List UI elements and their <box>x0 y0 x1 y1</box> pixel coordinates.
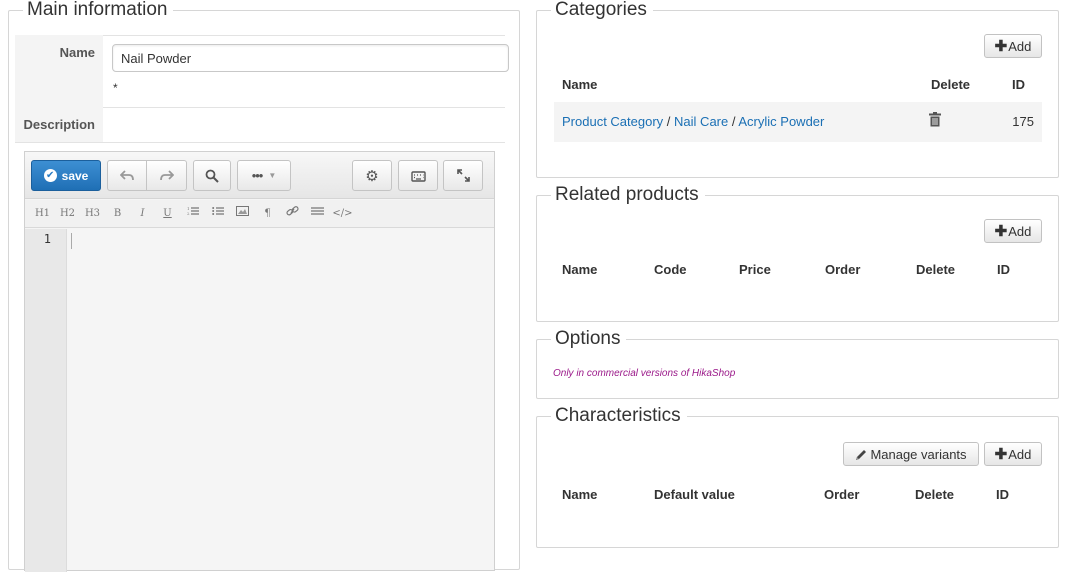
h2-button[interactable]: H2 <box>55 200 80 228</box>
column-header-name: Name <box>562 262 598 277</box>
undo-button[interactable] <box>107 160 147 191</box>
keyboard-icon <box>410 170 426 182</box>
required-mark: * <box>113 81 118 95</box>
ordered-list-icon[interactable]: 12 <box>180 200 205 228</box>
column-header-delete: Delete <box>931 77 971 92</box>
related-products-legend: Related products <box>551 184 705 206</box>
image-icon[interactable] <box>230 200 255 228</box>
add-related-label: Add <box>1008 223 1032 239</box>
path-separator: / <box>666 114 671 129</box>
column-header-order: Order <box>825 262 861 277</box>
description-editor: ✔ save ••• ▼ ⚙ H1 H2 H3 B I U 1 2 ¶ </> … <box>24 151 495 572</box>
commercial-only-note: Only in commercial versions of HikaShop <box>553 368 736 379</box>
description-label: Description <box>15 107 103 143</box>
categories-fieldset: Categories ✚ Add Name Delete ID Product … <box>536 0 1059 178</box>
manage-variants-label: Manage variants <box>870 446 967 462</box>
category-link-product-category[interactable]: Product Category <box>562 114 663 129</box>
main-information-fieldset: Main information Name * Description ✔ sa… <box>8 0 520 572</box>
svg-text:2: 2 <box>187 211 190 216</box>
column-header-delete: Delete <box>915 487 955 502</box>
category-link-acrylic-powder[interactable]: Acrylic Powder <box>738 114 824 129</box>
name-input[interactable] <box>112 44 509 72</box>
italic-button[interactable]: I <box>130 200 155 228</box>
h1-button[interactable]: H1 <box>30 200 55 228</box>
trash-icon <box>929 112 941 127</box>
column-header-delete: Delete <box>916 262 956 277</box>
delete-category-button[interactable] <box>929 112 941 130</box>
column-header-name: Name <box>562 487 598 502</box>
table-row: Product Category / Nail Care / Acrylic P… <box>554 102 1042 142</box>
bold-button[interactable]: B <box>105 200 130 228</box>
expand-icon <box>456 169 470 182</box>
undo-icon <box>120 169 134 180</box>
save-button-label: save <box>61 168 89 183</box>
editor-toolbar: ✔ save ••• ▼ ⚙ <box>25 152 494 199</box>
link-icon[interactable] <box>280 200 305 228</box>
unordered-list-icon[interactable] <box>205 200 230 228</box>
category-link-nail-care[interactable]: Nail Care <box>674 114 728 129</box>
column-header-price: Price <box>739 262 771 277</box>
options-legend: Options <box>551 328 627 350</box>
category-id: 175 <box>1012 114 1034 129</box>
column-header-name: Name <box>562 77 598 92</box>
column-header-code: Code <box>654 262 687 277</box>
redo-button[interactable] <box>147 160 187 191</box>
characteristics-fieldset: Characteristics Manage variants ✚ Add Na… <box>536 405 1059 548</box>
underline-button[interactable]: U <box>155 200 180 228</box>
h3-button[interactable]: H3 <box>80 200 105 228</box>
keyboard-shortcuts-button[interactable] <box>398 160 438 191</box>
add-category-button[interactable]: ✚ Add <box>984 34 1042 58</box>
add-category-label: Add <box>1008 38 1032 54</box>
category-path: Product Category / Nail Care / Acrylic P… <box>562 114 824 129</box>
paragraph-icon[interactable]: ¶ <box>255 200 280 228</box>
name-label: Name <box>15 35 103 107</box>
path-separator: / <box>731 114 736 129</box>
search-button[interactable] <box>193 160 231 191</box>
column-header-id: ID <box>997 262 1010 277</box>
save-button[interactable]: ✔ save <box>31 160 101 191</box>
line-number-gutter: 1 <box>25 229 67 572</box>
redo-icon <box>159 169 174 180</box>
add-characteristic-button[interactable]: ✚ Add <box>984 442 1042 466</box>
related-products-fieldset: Related products ✚ Add Name Code Price O… <box>536 184 1059 322</box>
gear-icon: ⚙ <box>365 167 379 185</box>
fullscreen-button[interactable] <box>443 160 483 191</box>
more-menu-button[interactable]: ••• ▼ <box>237 160 291 191</box>
divider <box>15 142 505 143</box>
ellipsis-icon: ••• <box>251 168 264 183</box>
check-icon: ✔ <box>43 169 57 182</box>
options-fieldset: Options Only in commercial versions of H… <box>536 328 1059 399</box>
caret-down-icon: ▼ <box>268 171 277 180</box>
undo-redo-group <box>107 160 187 191</box>
column-header-order: Order <box>824 487 860 502</box>
pencil-icon <box>856 449 867 460</box>
code-icon[interactable]: </> <box>330 200 355 228</box>
settings-button[interactable]: ⚙ <box>352 160 392 191</box>
plus-icon: ✚ <box>994 38 1008 55</box>
add-characteristic-label: Add <box>1008 446 1032 462</box>
column-header-default-value: Default value <box>654 487 735 502</box>
manage-variants-button[interactable]: Manage variants <box>843 442 979 466</box>
search-icon <box>205 169 219 183</box>
line-number: 1 <box>43 232 51 246</box>
add-related-product-button[interactable]: ✚ Add <box>984 219 1042 243</box>
plus-icon: ✚ <box>994 446 1008 463</box>
categories-legend: Categories <box>551 0 653 21</box>
editor-text-area[interactable] <box>68 229 494 572</box>
column-header-id: ID <box>996 487 1009 502</box>
plus-icon: ✚ <box>994 223 1008 240</box>
characteristics-legend: Characteristics <box>551 405 687 427</box>
column-header-id: ID <box>1012 77 1025 92</box>
main-information-legend: Main information <box>23 0 174 21</box>
format-bar: H1 H2 H3 B I U 12 ¶ </> <box>25 200 494 228</box>
horizontal-rule-icon[interactable] <box>305 200 330 228</box>
